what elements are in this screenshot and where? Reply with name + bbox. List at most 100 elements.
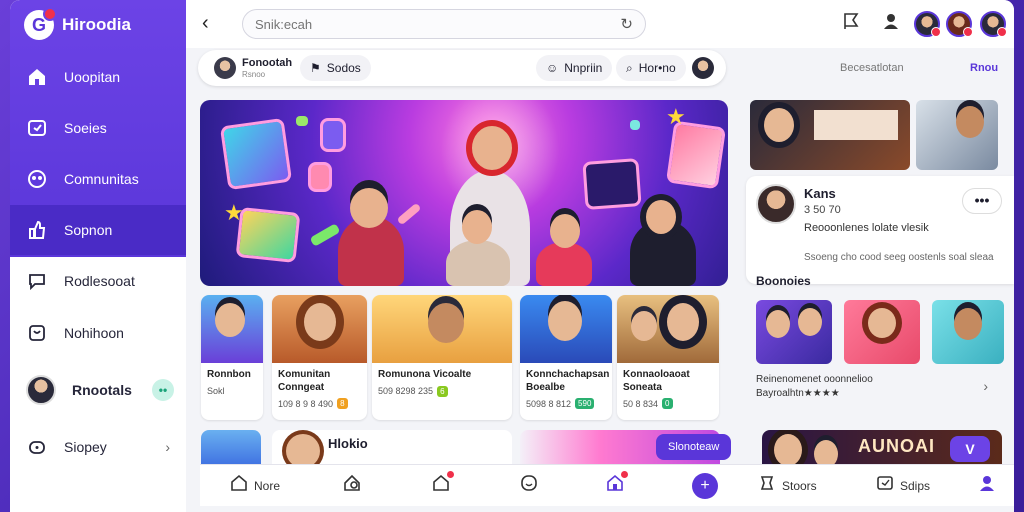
more-options-button[interactable]: •••	[962, 188, 1002, 214]
creator-profile[interactable]: Kans 3 50 70 Reooonlenes lolate vlesik S…	[746, 176, 1014, 284]
card-title: Komunitan Conngeat	[278, 369, 331, 393]
filter-bar: Fonootah Rsnoo ⚑ Sodos ☺ Nnpriin ⌕ Hor•n…	[198, 50, 726, 86]
flag-icon[interactable]	[842, 12, 860, 35]
hero-frame	[219, 117, 293, 191]
card-face	[774, 434, 802, 466]
sidebar-item-chat[interactable]: Rodlesooat	[10, 256, 186, 306]
filter-series[interactable]: ⚑ Sodos	[300, 55, 371, 81]
bottom-nav-profile[interactable]	[978, 474, 996, 497]
filter-more[interactable]: ⌕ Hor•no	[616, 55, 686, 81]
bottom-nav-label: Sdips	[900, 478, 931, 493]
promo-thumbnail[interactable]	[750, 100, 910, 170]
card-title: Romunona Vicoalte	[378, 369, 472, 380]
profile-meta: Ssoeng cho cood seeg oostenls soal sleaa	[804, 252, 994, 263]
filter-hot[interactable]: ☺ Nnpriin	[536, 55, 613, 81]
content-card[interactable]: Komunitan Conngeat 109 8 9 8 490 8	[272, 295, 367, 420]
card-meta: 5098 8 812	[526, 398, 572, 409]
hero-person-head	[350, 188, 388, 228]
profile-name: Kans	[804, 186, 836, 201]
avatar[interactable]	[692, 57, 714, 79]
sidebar-item-profile[interactable]: Rnootals ••	[10, 365, 186, 415]
bottom-nav-clips[interactable]: Sdips	[876, 474, 930, 497]
card-face	[798, 308, 822, 336]
card-face	[215, 303, 245, 337]
see-all-link[interactable]: Rnou	[970, 62, 998, 74]
avatar	[756, 184, 796, 224]
promo-poster	[814, 110, 898, 140]
chat-icon	[26, 270, 48, 292]
sidebar-item-support[interactable]: Sopnon	[10, 205, 186, 255]
search-icon: ⌕	[626, 60, 633, 75]
section-thumbnail[interactable]	[932, 300, 1004, 364]
card-tag: 590	[575, 398, 595, 409]
filter-hot-label: Nnpriin	[564, 61, 603, 75]
topbar: ‹ ↻	[186, 0, 1014, 48]
sidebar: G Hiroodia Uoopitan Soeies Comnunitas So…	[10, 0, 186, 512]
chevron-right-icon[interactable]: ›	[983, 378, 988, 394]
hero-person-head	[472, 126, 512, 170]
home-icon	[26, 66, 48, 88]
promo-title: AUNOAI	[858, 436, 935, 456]
content-card[interactable]: Konnchachapsan Boealbe 5098 8 812 590	[520, 295, 612, 420]
bottom-nav-explore[interactable]	[342, 473, 362, 498]
card-thumbnail	[617, 295, 719, 363]
user-icon: ☺	[546, 61, 559, 75]
user-chip[interactable]: Fonootah Rsnoo	[204, 55, 302, 81]
card-face	[764, 108, 794, 142]
content-card[interactable]: Ronnbon Sokl	[201, 295, 263, 420]
hero-banner[interactable]: ★ ★	[200, 100, 728, 286]
user-icon[interactable]	[882, 12, 900, 35]
card-face	[548, 301, 582, 341]
profile-stats: 3 50 70	[804, 204, 841, 216]
bottom-nav-stories[interactable]: Stoors	[758, 474, 817, 497]
user-chip-name: Fonootah	[242, 57, 293, 70]
hero-frame	[582, 158, 642, 210]
section-thumbnail[interactable]	[756, 300, 832, 364]
card-face	[956, 106, 984, 138]
avatar[interactable]	[914, 11, 941, 37]
card-meta: Sokl	[207, 385, 225, 396]
refresh-icon[interactable]: ↻	[620, 15, 633, 33]
hero-person-head	[462, 210, 492, 244]
card-meta: 50 8 834	[623, 398, 659, 409]
section-thumbnail[interactable]	[844, 300, 920, 364]
sidebar-item-store[interactable]: Siopey ›	[10, 422, 186, 472]
card-meta: 509 8298 235	[378, 386, 434, 396]
bottom-nav-shop[interactable]	[606, 471, 628, 497]
hero-frame	[235, 207, 301, 263]
bottom-nav-emoji[interactable]	[520, 474, 538, 497]
card-meta: 109 8 9 8 490	[278, 398, 334, 409]
app-window: G Hiroodia Uoopitan Soeies Comnunitas So…	[10, 0, 1014, 512]
sidebar-item-label: Comnunitas	[64, 171, 139, 187]
sidebar-item-community[interactable]: Comnunitas	[10, 154, 186, 204]
confetti	[396, 202, 422, 226]
avatar[interactable]	[980, 11, 1007, 37]
bottom-nav-label: Stoors	[782, 478, 817, 493]
hero-frame	[308, 162, 332, 192]
watch-button[interactable]: Slonoteaw	[656, 434, 732, 460]
user-chip-sub: Rsnoo	[242, 69, 266, 79]
content-card[interactable]: Romunona Vicoalte 509 8298 235 6	[372, 295, 512, 420]
hero-person-head	[646, 200, 676, 234]
filter-more-label: Hor•no	[638, 61, 676, 75]
sidebar-item-notifications[interactable]: Nohihoon	[10, 308, 186, 358]
bookmark-icon: ⚑	[310, 61, 321, 75]
bottom-nav-library[interactable]	[432, 471, 454, 497]
logo[interactable]: G Hiroodia	[24, 7, 131, 40]
sidebar-item-home[interactable]: Uoopitan	[10, 52, 186, 102]
sidebar-item-label: Rnootals	[72, 382, 132, 398]
avatar[interactable]	[946, 11, 973, 37]
recent-link[interactable]: Becesatlotan	[840, 62, 904, 74]
content-card[interactable]: Konnaoloaoat Soneata 50 8 834 0	[617, 295, 719, 420]
bottom-nav-create[interactable]: +	[692, 472, 718, 499]
sidebar-item-series[interactable]: Soeies	[10, 103, 186, 153]
promo-button[interactable]: V	[950, 436, 990, 462]
back-icon[interactable]: ‹	[202, 12, 209, 35]
promo-thumbnail[interactable]	[916, 100, 998, 170]
bottom-nav-label: Nore	[254, 478, 281, 493]
card-face	[304, 303, 336, 341]
bottom-nav-home[interactable]: Nore	[230, 474, 280, 497]
search-input[interactable]	[255, 16, 621, 32]
explore-icon	[342, 473, 362, 498]
sidebar-item-label: Siopey	[64, 439, 107, 455]
